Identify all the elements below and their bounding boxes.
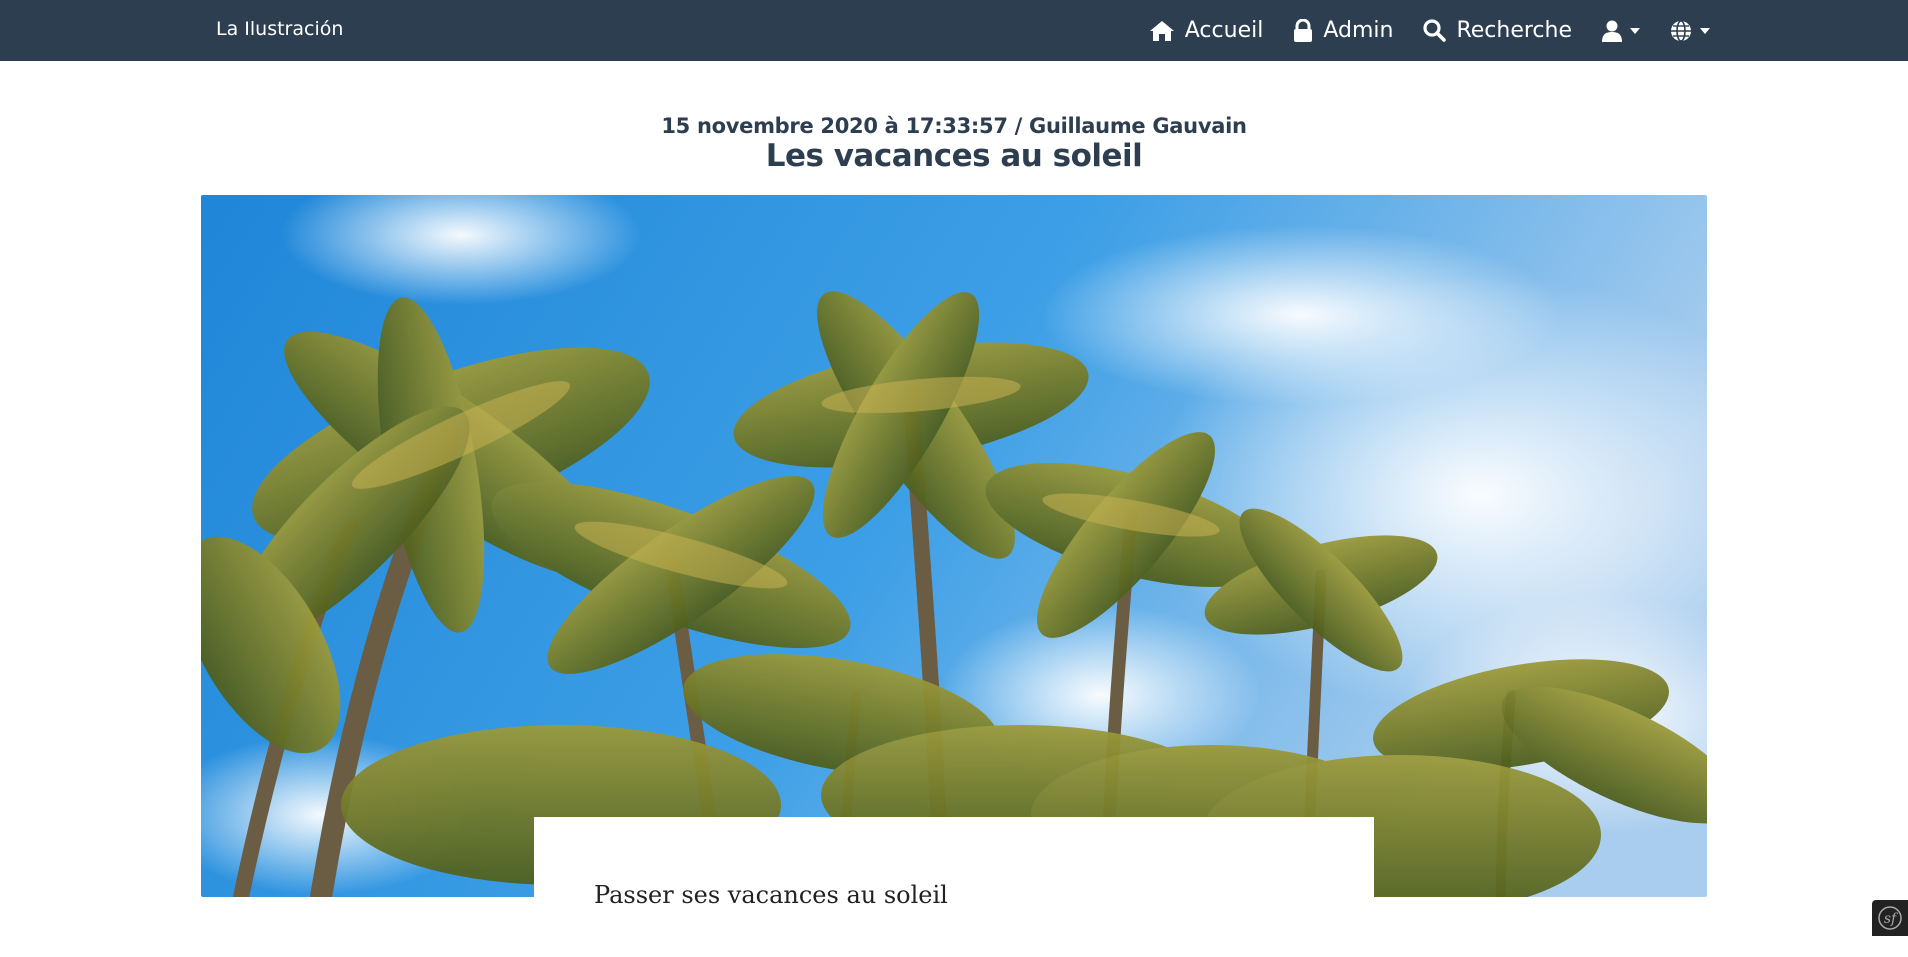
- article-title: Les vacances au soleil: [765, 138, 1143, 174]
- nav-admin-link[interactable]: Admin: [1293, 0, 1393, 61]
- debug-toolbar-toggle[interactable]: sf: [1872, 900, 1908, 936]
- article-hero-image: [201, 195, 1707, 897]
- article-content-card: Passer ses vacances au soleil: [534, 817, 1374, 957]
- user-icon: [1602, 20, 1622, 42]
- nav-home-link[interactable]: Accueil: [1149, 0, 1264, 61]
- lock-icon: [1294, 18, 1313, 42]
- nav-home-label: Accueil: [1184, 18, 1264, 43]
- nav-search-label: Recherche: [1456, 18, 1572, 43]
- search-icon: [1423, 19, 1447, 42]
- article-meta: 15 novembre 2020 à 17:33:57 / Guillaume …: [661, 114, 1247, 138]
- chevron-down-icon: [1700, 27, 1710, 34]
- article-excerpt: Passer ses vacances au soleil: [594, 881, 948, 909]
- home-icon: [1149, 20, 1174, 41]
- symfony-icon: sf: [1878, 906, 1902, 930]
- chevron-down-icon: [1630, 27, 1640, 34]
- svg-text:sf: sf: [1884, 911, 1899, 927]
- navbar: La Ilustración Accueil Admin Recherche: [0, 0, 1908, 61]
- user-menu-toggle[interactable]: [1602, 0, 1640, 61]
- globe-icon: [1671, 19, 1691, 42]
- brand-link[interactable]: La Ilustración: [216, 0, 343, 61]
- language-menu-toggle[interactable]: [1670, 0, 1710, 61]
- nav-search-link[interactable]: Recherche: [1423, 0, 1572, 61]
- nav-admin-label: Admin: [1323, 18, 1394, 43]
- main-nav: Accueil Admin Recherche: [1119, 0, 1710, 61]
